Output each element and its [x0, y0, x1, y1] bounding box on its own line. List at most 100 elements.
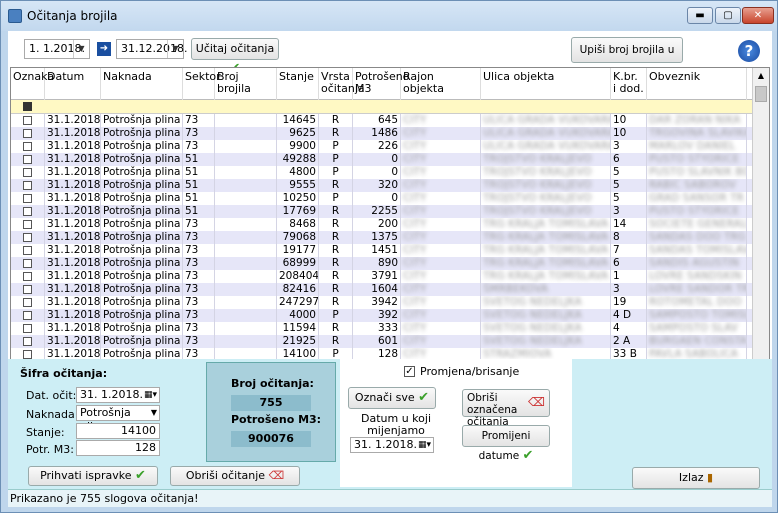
table-row[interactable]: 31.1.2018. Potrošnja plina 73 11594 R 333 CITY… [11, 322, 753, 335]
row-checkbox[interactable] [23, 285, 32, 294]
table-row[interactable]: 31.1.2018. Potrošnja plina 73 82416 R 1604 CIT… [11, 283, 753, 296]
column-header[interactable]: Ulica objekta [481, 68, 611, 100]
naknada-select[interactable]: Potrošnja plina ▼ [76, 405, 160, 433]
load-readings-button[interactable]: Učitaj očitanja ✔ [191, 38, 279, 76]
table-row[interactable]: 31.1.2018. Potrošnja plina 73 4000 P 392 CITY S… [11, 309, 753, 322]
scroll-up-icon[interactable]: ▲ [753, 68, 769, 84]
help-icon[interactable]: ? [738, 40, 760, 62]
mark-all-button[interactable]: Označi sve ✔ [348, 387, 436, 409]
accept-changes-button[interactable]: Prihvati ispravke ✔ [28, 466, 158, 486]
delete-reading-button[interactable]: Obriši očitanje ⌫ [170, 466, 300, 486]
delete-marked-button[interactable]: Obriši označena očitanja ⌫ [462, 389, 550, 428]
table-cell: 5 [611, 192, 647, 205]
row-checkbox[interactable] [23, 155, 32, 164]
client-area: 1. 1.2018. ▼ ➜ 31.12.2018. ▼ Učitaj očit… [8, 31, 772, 507]
table-row[interactable]: 31.1.2018. Potrošnja plina 51 9555 R 320 CITY T… [11, 179, 753, 192]
maximize-button[interactable]: ▢ [715, 7, 741, 24]
vertical-scrollbar[interactable]: ▲ ▼ [752, 68, 769, 375]
date-to-picker[interactable]: 31.12.2018. ▼ [116, 39, 187, 59]
table-cell: LOVRE SANDSKIN [647, 270, 747, 283]
table-cell: 3 [611, 205, 647, 218]
table-cell [215, 192, 277, 205]
table-cell: 73 [183, 322, 215, 335]
table-row[interactable]: 31.1.2018. Potrošnja plina 51 10250 P 0 CITY TR… [11, 192, 753, 205]
calendar-icon[interactable]: ▦▾ [144, 388, 157, 402]
column-header[interactable]: Sektor [183, 68, 221, 100]
column-header[interactable]: Vrsta očitanja [319, 68, 365, 100]
row-checkbox-cell [11, 257, 45, 270]
row-checkbox[interactable] [23, 116, 32, 125]
select-all-checkbox[interactable] [23, 102, 32, 111]
dat-picker[interactable]: 31. 1.2018. ▦▾ [76, 387, 160, 403]
stanje-input[interactable]: 14100 [76, 423, 160, 439]
table-row[interactable]: 31.1.2018. Potrošnja plina 73 8468 R 200 CITY T… [11, 218, 753, 231]
potr-input[interactable]: 128 [76, 440, 160, 456]
chevron-down-icon[interactable]: ▼ [167, 40, 183, 58]
column-header[interactable]: Broj brojila [215, 68, 277, 100]
row-checkbox[interactable] [23, 337, 32, 346]
table-row[interactable]: 31.1.2018. Potrošnja plina 73 79068 R 1375 CIT… [11, 231, 753, 244]
row-checkbox[interactable] [23, 181, 32, 190]
table-row[interactable]: 31.1.2018. Potrošnja plina 51 49288 P 0 CITY TR… [11, 153, 753, 166]
date-change-picker[interactable]: 31. 1.2018. ▦▾ [350, 437, 434, 453]
count-value: 755 [231, 395, 311, 411]
minimize-button[interactable]: ▬ [687, 7, 713, 24]
row-checkbox[interactable] [23, 220, 32, 229]
column-header[interactable]: Rajon objekta [401, 68, 481, 100]
row-checkbox[interactable] [23, 129, 32, 138]
table-row[interactable]: 31.1.2018. Potrošnja plina 51 4800 P 0 CITY TRO… [11, 166, 753, 179]
close-button[interactable]: ✕ [742, 7, 774, 24]
exit-door-icon: ▮ [707, 471, 714, 484]
status-text: Prikazano je 755 slogova očitanja! [10, 492, 199, 505]
table-row[interactable]: 31.1.2018. Potrošnja plina 73 19177 R 1451 CIT… [11, 244, 753, 257]
table-row[interactable]: 31.1.2018. Potrošnja plina 73 9625 R 1486 CITY… [11, 127, 753, 140]
calendar-icon[interactable]: ▦▾ [418, 438, 431, 452]
row-checkbox[interactable] [23, 350, 32, 359]
row-checkbox[interactable] [23, 324, 32, 333]
table-cell: R [319, 322, 353, 335]
change-dates-button[interactable]: Promijeni datume ✔ [462, 425, 550, 463]
row-checkbox[interactable] [23, 168, 32, 177]
table-cell: 31.1.2018. [47, 296, 101, 309]
table-row[interactable]: 31.1.2018. Potrošnja plina 73 247297 R 3942 CI… [11, 296, 753, 309]
row-checkbox[interactable] [23, 246, 32, 255]
table-cell: TRG KRALJA TOMISLAVA [481, 257, 611, 270]
column-header[interactable]: Stanje [277, 68, 319, 100]
column-header[interactable]: Obveznik [647, 68, 747, 100]
column-header[interactable]: Naknada [101, 68, 183, 100]
chevron-down-icon[interactable]: ▼ [151, 406, 157, 420]
table-cell [215, 114, 277, 127]
column-header[interactable]: Datum [45, 68, 101, 100]
row-checkbox[interactable] [23, 194, 32, 203]
column-header[interactable]: K.br. i dod. [611, 68, 647, 100]
table-row[interactable]: 31.1.2018. Potrošnja plina 73 9900 P 226 CITY U… [11, 140, 753, 153]
status-bar: Prikazano je 755 slogova očitanja! [8, 489, 772, 507]
row-checkbox[interactable] [23, 298, 32, 307]
table-row[interactable]: 31.1.2018. Potrošnja plina 51 17769 R 2255 CIT… [11, 205, 753, 218]
table-cell: TROJSTVO KRALJEVO [481, 166, 611, 179]
row-checkbox[interactable] [23, 233, 32, 242]
row-checkbox-cell [11, 153, 45, 166]
row-checkbox[interactable] [23, 207, 32, 216]
row-checkbox[interactable] [23, 272, 32, 281]
table-cell: P [319, 309, 353, 322]
table-row[interactable]: 31.1.2018. Potrošnja plina 73 208404 R 3791 CI… [11, 270, 753, 283]
table-cell: Potrošnja plina [101, 205, 183, 218]
chevron-down-icon[interactable]: ▼ [73, 40, 89, 58]
table-cell: 31.1.2018. [47, 309, 101, 322]
table-row[interactable]: 31.1.2018. Potrošnja plina 73 14645 R 645 CITY… [11, 114, 753, 127]
column-header[interactable]: Oznaka [11, 68, 54, 100]
row-checkbox[interactable] [23, 259, 32, 268]
table-cell: R [319, 127, 353, 140]
row-checkbox[interactable] [23, 142, 32, 151]
row-checkbox[interactable] [23, 311, 32, 320]
date-from-picker[interactable]: 1. 1.2018. ▼ [24, 39, 90, 59]
import-meter-button[interactable]: Upiši broj brojila u očitanja✔ [571, 37, 683, 81]
table-row[interactable]: 31.1.2018. Potrošnja plina 73 68999 R 890 CITY… [11, 257, 753, 270]
promjena-checkbox[interactable]: ✓ [404, 366, 415, 377]
table-row[interactable]: 31.1.2018. Potrošnja plina 73 21925 R 601 CITY… [11, 335, 753, 348]
table-cell: ŠMRBEKOVA [481, 283, 611, 296]
vertical-scroll-thumb[interactable] [755, 86, 767, 102]
exit-button[interactable]: Izlaz ▮ [632, 467, 760, 489]
column-header[interactable]: Potrošeno M3 [353, 68, 410, 100]
